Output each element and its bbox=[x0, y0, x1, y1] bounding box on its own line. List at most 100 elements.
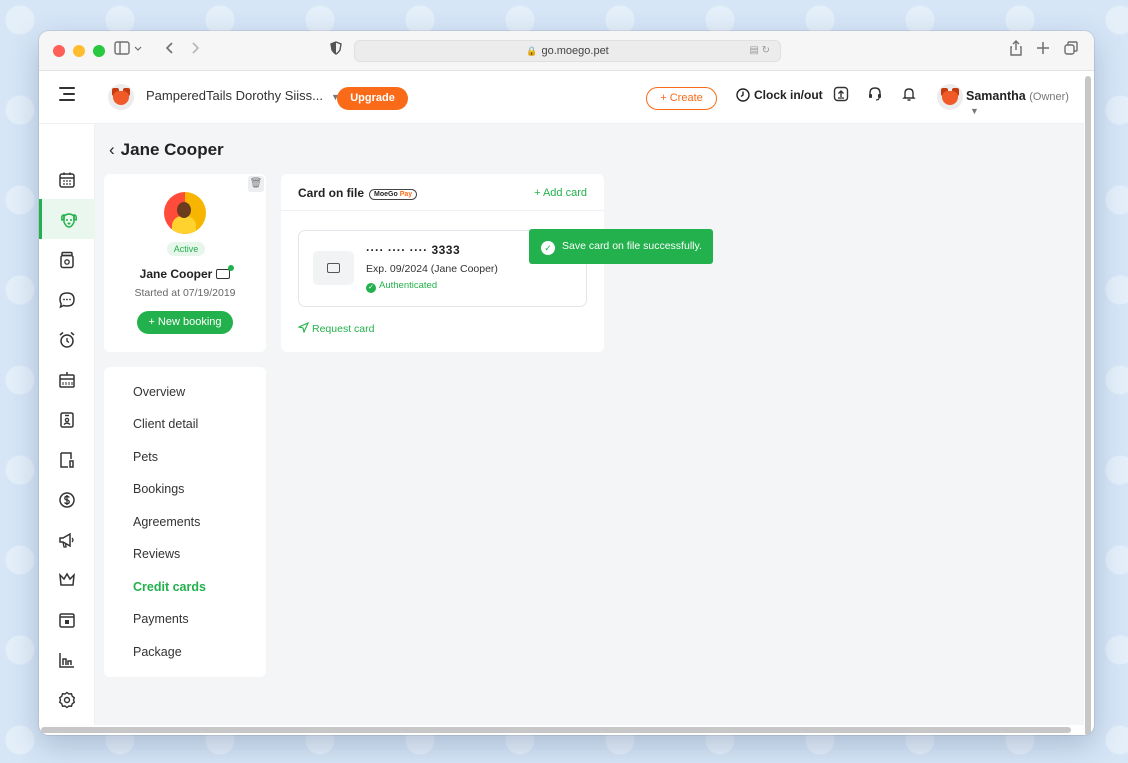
pet-food-icon bbox=[60, 251, 74, 269]
create-button[interactable]: + Create bbox=[646, 87, 717, 110]
sidebar-item-staff[interactable] bbox=[39, 399, 95, 439]
credit-card-icon bbox=[313, 251, 354, 285]
user-name: Samantha bbox=[966, 89, 1026, 103]
auth-status-text: Authenticated bbox=[379, 280, 438, 291]
tab-overview-icon[interactable] bbox=[1064, 40, 1078, 63]
sidebar-item-marketing[interactable] bbox=[39, 519, 95, 559]
document-icon bbox=[60, 452, 74, 468]
browser-window: 🔒 go.moego.pet ▤ ↻ PamperedTails Dorothy … bbox=[39, 31, 1094, 735]
upgrade-button[interactable]: Upgrade bbox=[337, 87, 408, 110]
sidebar-item-retail[interactable] bbox=[39, 239, 95, 279]
close-window-button[interactable] bbox=[53, 45, 65, 57]
nav-item-payments[interactable]: Payments bbox=[133, 612, 189, 626]
business-switcher[interactable]: PamperedTails Dorothy Siiss... ▼ bbox=[146, 88, 340, 103]
minimize-window-button[interactable] bbox=[73, 45, 85, 57]
client-profile-card: 🗑 Active Jane Cooper Started at 07/19/20… bbox=[104, 174, 266, 352]
clock-in-out-button[interactable]: Clock in/out bbox=[736, 88, 823, 102]
zoom-window-button[interactable] bbox=[93, 45, 105, 57]
upload-icon[interactable] bbox=[831, 86, 851, 106]
gear-icon bbox=[58, 691, 76, 709]
sidebar-item-forms[interactable] bbox=[39, 439, 95, 479]
page-title: Jane Cooper bbox=[120, 140, 224, 159]
address-bar[interactable]: 🔒 go.moego.pet ▤ ↻ bbox=[354, 40, 781, 62]
card-on-file-header: Card on file MoeGo Pay + Add card bbox=[281, 174, 604, 211]
share-icon[interactable] bbox=[1009, 40, 1023, 63]
chevron-left-icon: ‹ bbox=[109, 140, 115, 159]
nav-item-reviews[interactable]: Reviews bbox=[133, 547, 180, 561]
sidebar-item-messages[interactable] bbox=[39, 279, 95, 319]
card-stack-icon bbox=[59, 613, 75, 628]
clock-icon bbox=[736, 88, 750, 102]
crown-icon bbox=[59, 572, 75, 586]
sidebar-item-packages[interactable] bbox=[39, 599, 95, 639]
user-role: (Owner) bbox=[1029, 91, 1069, 103]
bar-chart-icon bbox=[59, 653, 74, 668]
sidebar-item-reports[interactable] bbox=[39, 639, 95, 679]
bell-icon[interactable] bbox=[899, 86, 919, 106]
moego-badge-text: MoeGo bbox=[374, 191, 398, 198]
url-text: go.moego.pet bbox=[541, 45, 609, 57]
check-circle-icon: ✓ bbox=[541, 241, 555, 255]
dollar-icon bbox=[59, 492, 75, 508]
sidebar-item-settings[interactable] bbox=[39, 679, 95, 719]
user-menu[interactable]: Samantha (Owner) ▼ bbox=[966, 89, 1084, 117]
sidebar-item-payments[interactable] bbox=[39, 479, 95, 519]
client-name: Jane Cooper bbox=[104, 265, 266, 281]
pay-badge-text: Pay bbox=[399, 191, 413, 198]
headset-support-icon[interactable] bbox=[865, 86, 885, 106]
id-badge-icon bbox=[60, 412, 74, 428]
horizontal-scrollbar[interactable] bbox=[41, 727, 1071, 733]
browser-toolbar: 🔒 go.moego.pet ▤ ↻ bbox=[39, 31, 1094, 71]
trash-icon[interactable]: 🗑 bbox=[248, 176, 264, 192]
card-auth-status: ✓ Authenticated bbox=[366, 280, 437, 293]
check-circle-icon: ✓ bbox=[366, 283, 376, 293]
chevron-down-icon: ▼ bbox=[970, 106, 979, 116]
sidebar-item-reminders[interactable] bbox=[39, 319, 95, 359]
dog-face-icon bbox=[60, 213, 77, 228]
app-header: PamperedTails Dorothy Siiss... ▼ Upgrade … bbox=[39, 71, 1084, 124]
client-start-date: Started at 07/19/2019 bbox=[134, 287, 236, 299]
nav-item-pets[interactable]: Pets bbox=[133, 450, 158, 464]
vertical-scrollbar[interactable] bbox=[1085, 76, 1091, 735]
add-card-button[interactable]: + Add card bbox=[534, 187, 587, 199]
business-logo bbox=[108, 84, 134, 110]
business-name: PamperedTails Dorothy Siiss... bbox=[146, 88, 324, 103]
sidebar-item-clients[interactable] bbox=[39, 199, 95, 239]
forward-arrow-icon[interactable] bbox=[189, 40, 201, 63]
lock-icon: 🔒 bbox=[526, 46, 538, 56]
client-avatar bbox=[164, 192, 206, 234]
request-card-link[interactable]: Request card bbox=[297, 321, 375, 335]
nav-item-agreements[interactable]: Agreements bbox=[133, 515, 200, 529]
card-expiry: Exp. 09/2024 (Jane Cooper) bbox=[366, 263, 498, 275]
sidebar-item-membership[interactable] bbox=[39, 559, 95, 599]
status-badge: Active bbox=[167, 242, 205, 256]
sidebar-toggle-icon[interactable] bbox=[114, 40, 144, 63]
calendar-icon bbox=[59, 172, 75, 188]
nav-item-credit-cards[interactable]: Credit cards bbox=[133, 580, 206, 594]
back-to-clients[interactable]: ‹ Jane Cooper bbox=[109, 140, 224, 160]
main-content: ‹ Jane Cooper 🗑 Active Jane Cooper Starte… bbox=[95, 124, 1084, 725]
clock-label: Clock in/out bbox=[754, 88, 823, 102]
sidebar-item-schedule[interactable] bbox=[39, 359, 95, 399]
alarm-clock-icon bbox=[59, 331, 75, 348]
new-booking-button[interactable]: + New booking bbox=[137, 311, 233, 334]
calendar-grid-icon bbox=[59, 372, 75, 388]
card-number: ···· ···· ···· 3333 bbox=[366, 243, 461, 257]
nav-item-bookings[interactable]: Bookings bbox=[133, 482, 184, 496]
privacy-shield-icon[interactable] bbox=[330, 40, 342, 63]
nav-item-package[interactable]: Package bbox=[133, 645, 182, 659]
user-avatar[interactable] bbox=[937, 84, 963, 110]
nav-item-client-detail[interactable]: Client detail bbox=[133, 417, 198, 431]
back-arrow-icon[interactable] bbox=[164, 40, 176, 63]
request-card-text: Request card bbox=[312, 323, 375, 335]
sidebar-item-calendar[interactable] bbox=[39, 159, 95, 199]
client-name-text: Jane Cooper bbox=[139, 267, 213, 281]
card-on-file-title-text: Card on file bbox=[298, 186, 365, 200]
menu-icon[interactable] bbox=[59, 87, 75, 105]
new-tab-icon[interactable] bbox=[1036, 40, 1050, 63]
translate-reload-icon[interactable]: ▤ ↻ bbox=[749, 41, 770, 61]
left-sidebar bbox=[39, 124, 95, 725]
success-toast: ✓ Save card on file successfully. bbox=[529, 229, 713, 264]
megaphone-icon bbox=[59, 532, 74, 548]
nav-item-overview[interactable]: Overview bbox=[133, 385, 185, 399]
